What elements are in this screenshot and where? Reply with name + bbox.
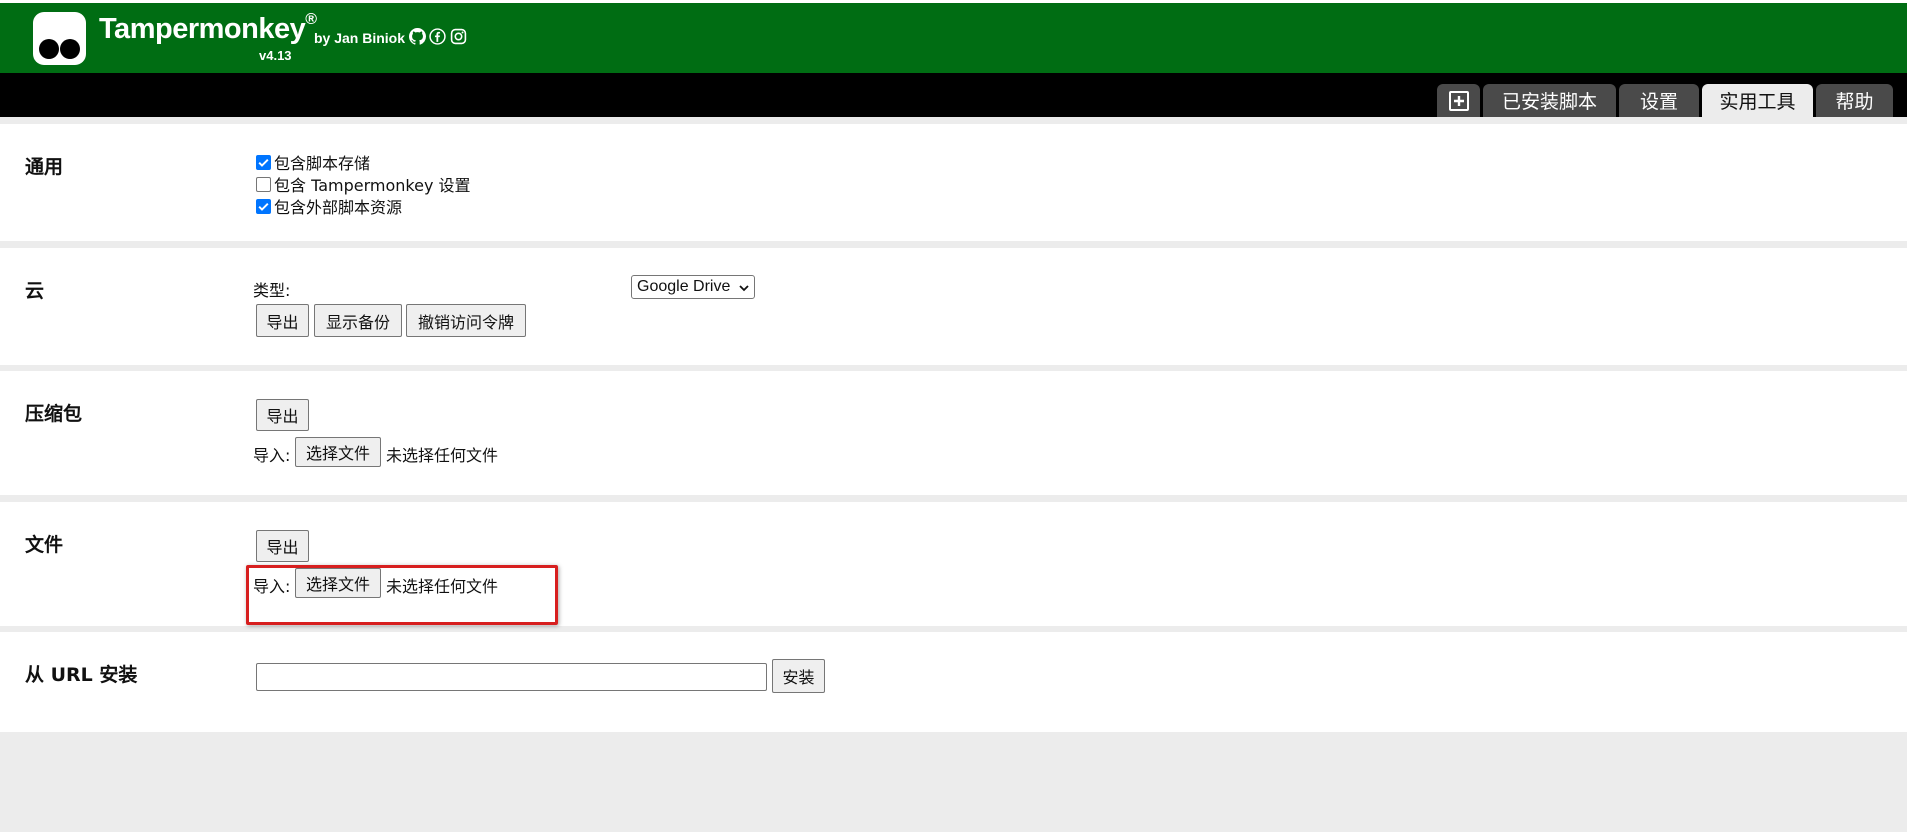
cloud-export-button[interactable]: 导出: [256, 304, 309, 337]
section-title: 压缩包: [25, 403, 83, 425]
option-include-external-resources[interactable]: 包含外部脚本资源: [256, 194, 402, 218]
file-no-file-text: 未选择任何文件: [386, 577, 499, 596]
section-title: 从 URL 安装: [25, 664, 138, 686]
checkbox[interactable]: [256, 176, 271, 192]
checkbox[interactable]: [256, 154, 271, 170]
tab-settings[interactable]: 设置: [1619, 84, 1699, 117]
section-general: 通用 包含脚本存储 包含 Tampermonkey 设置 包含外部脚本资源: [0, 124, 1907, 241]
instagram-icon[interactable]: [450, 28, 467, 45]
section-title: 通用: [25, 156, 64, 178]
check-icon: [258, 158, 269, 167]
option-label: 包含脚本存储: [274, 154, 371, 173]
logo-eye-left: [39, 39, 59, 59]
tab-installed-scripts[interactable]: 已安装脚本: [1483, 84, 1616, 117]
section-title: 云: [25, 280, 45, 302]
option-label: 包含外部脚本资源: [274, 198, 403, 217]
app-title: Tampermonkey®: [99, 11, 317, 45]
tab-help[interactable]: 帮助: [1816, 84, 1893, 117]
section-install-from-url: 从 URL 安装 安装: [0, 632, 1907, 732]
logo-eye-right: [60, 39, 80, 59]
cloud-type-label: 类型:: [253, 281, 291, 300]
plus-square-icon: [1448, 90, 1469, 111]
section-file: 文件 导出 导入: 选择文件 未选择任何文件: [0, 502, 1907, 626]
app-author: by Jan Biniok: [314, 30, 406, 46]
file-export-button[interactable]: 导出: [256, 530, 309, 562]
tab-utilities[interactable]: 实用工具: [1702, 84, 1813, 117]
app-version: v4.13: [259, 48, 292, 63]
zip-export-button[interactable]: 导出: [256, 399, 309, 431]
tab-new-script[interactable]: [1437, 84, 1480, 117]
select-value: Google Drive: [637, 278, 731, 295]
section-zip: 压缩包 导出 导入: 选择文件 未选择任何文件: [0, 371, 1907, 495]
check-icon: [258, 202, 269, 211]
install-button[interactable]: 安装: [772, 659, 825, 693]
checkbox[interactable]: [256, 198, 271, 214]
option-label: 包含 Tampermonkey 设置: [274, 176, 471, 195]
option-include-script-storage[interactable]: 包含脚本存储: [256, 150, 370, 174]
zip-no-file-text: 未选择任何文件: [386, 446, 499, 465]
github-icon[interactable]: [409, 28, 426, 45]
tab-bar: 已安装脚本 设置 实用工具 帮助: [0, 73, 1907, 117]
section-cloud: 云 类型: Google Drive 导出 显示备份 撤销访问令牌: [0, 248, 1907, 365]
facebook-icon[interactable]: [429, 28, 446, 45]
revoke-token-button[interactable]: 撤销访问令牌: [406, 304, 526, 337]
file-choose-file-button[interactable]: 选择文件: [295, 568, 381, 598]
zip-import-label: 导入:: [253, 446, 291, 465]
url-input[interactable]: [256, 663, 767, 691]
show-backup-button[interactable]: 显示备份: [314, 304, 402, 337]
option-include-tampermonkey-settings[interactable]: 包含 Tampermonkey 设置: [256, 172, 471, 196]
file-import-label: 导入:: [253, 577, 291, 596]
chevron-down-icon: [739, 285, 749, 292]
tampermonkey-logo[interactable]: [33, 12, 86, 65]
cloud-type-select[interactable]: Google Drive: [631, 275, 755, 299]
zip-choose-file-button[interactable]: 选择文件: [295, 437, 381, 467]
app-header: Tampermonkey® v4.13 by Jan Biniok: [0, 0, 1907, 73]
section-title: 文件: [25, 534, 64, 556]
